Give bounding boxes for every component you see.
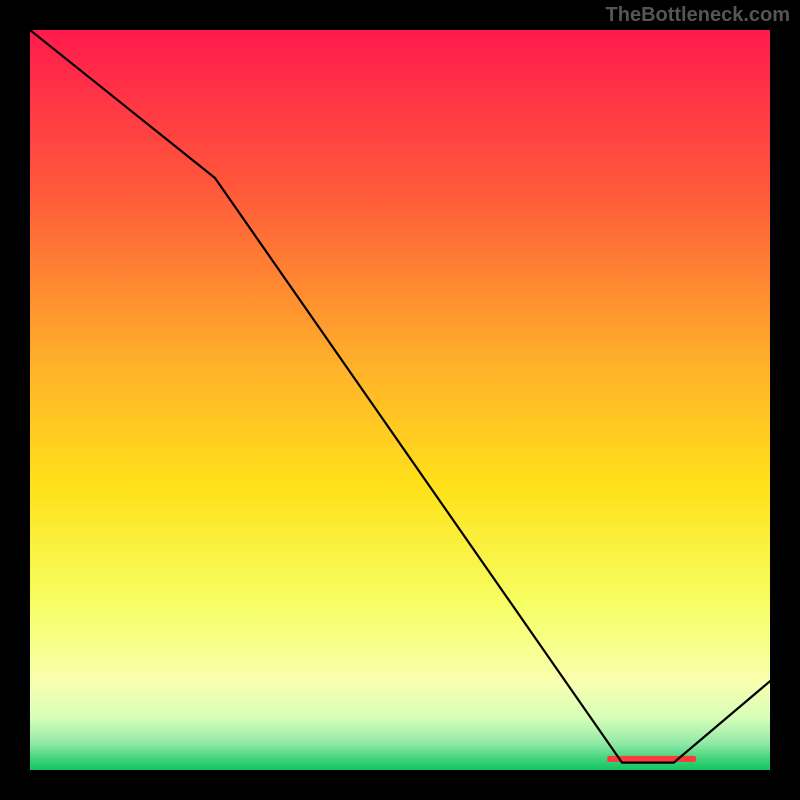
watermark-text: TheBottleneck.com	[606, 4, 790, 27]
chart-area	[30, 30, 770, 770]
chart-svg	[30, 30, 770, 770]
